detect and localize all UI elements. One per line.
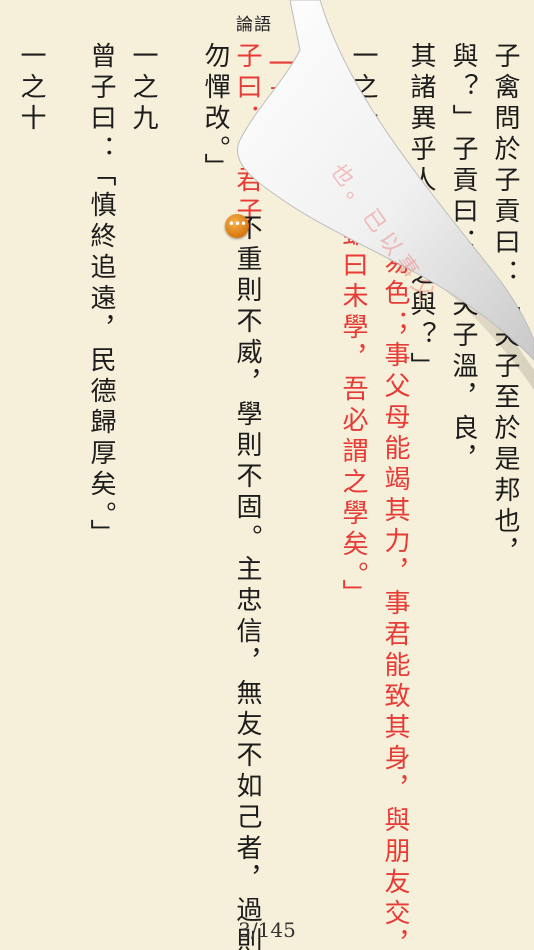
text-column: 曾子曰： bbox=[86, 42, 116, 166]
highlighted-text-column[interactable]: 子曰：「君子 bbox=[232, 42, 262, 228]
text-column: 「慎終追遠，民德歸厚矣。」 bbox=[86, 160, 116, 550]
text-column: 子曰： bbox=[306, 42, 336, 135]
page-indicator: 3/145 bbox=[238, 918, 296, 942]
text-column: 子禽問於子貢曰：「夫子至於是邦也， bbox=[490, 42, 520, 569]
ellipsis-note-icon[interactable]: ••• bbox=[225, 214, 249, 238]
chapter-heading: 一之十一 bbox=[348, 42, 378, 166]
highlighted-text-column[interactable]: 易色；事父母能竭其力，事君能致其身，與朋友交， bbox=[380, 248, 410, 950]
chapter-heading: 一之九 bbox=[128, 42, 158, 135]
text-column: 其諸異乎人之求之與？」 bbox=[406, 42, 436, 383]
reader-page[interactable]: 子禽問於子貢曰：「夫子至於是邦也， 與？」子貢曰：「夫子溫，良， 其諸異乎人之求… bbox=[0, 0, 534, 950]
text-column: 與？」子貢曰：「夫子溫，良， bbox=[448, 42, 478, 476]
chapter-heading: 一之十 bbox=[16, 42, 46, 135]
highlighted-chapter-heading[interactable]: 一之 bbox=[264, 50, 294, 112]
text-column: 不重則不威，學則不固。主忠信，無友不如己者，過則 bbox=[232, 214, 262, 950]
highlighted-text-column[interactable]: 雖曰未學，吾必謂之學矣。」 bbox=[338, 220, 368, 610]
text-column: 勿憚改。」 bbox=[200, 42, 230, 184]
book-title: 論語 bbox=[236, 15, 272, 35]
